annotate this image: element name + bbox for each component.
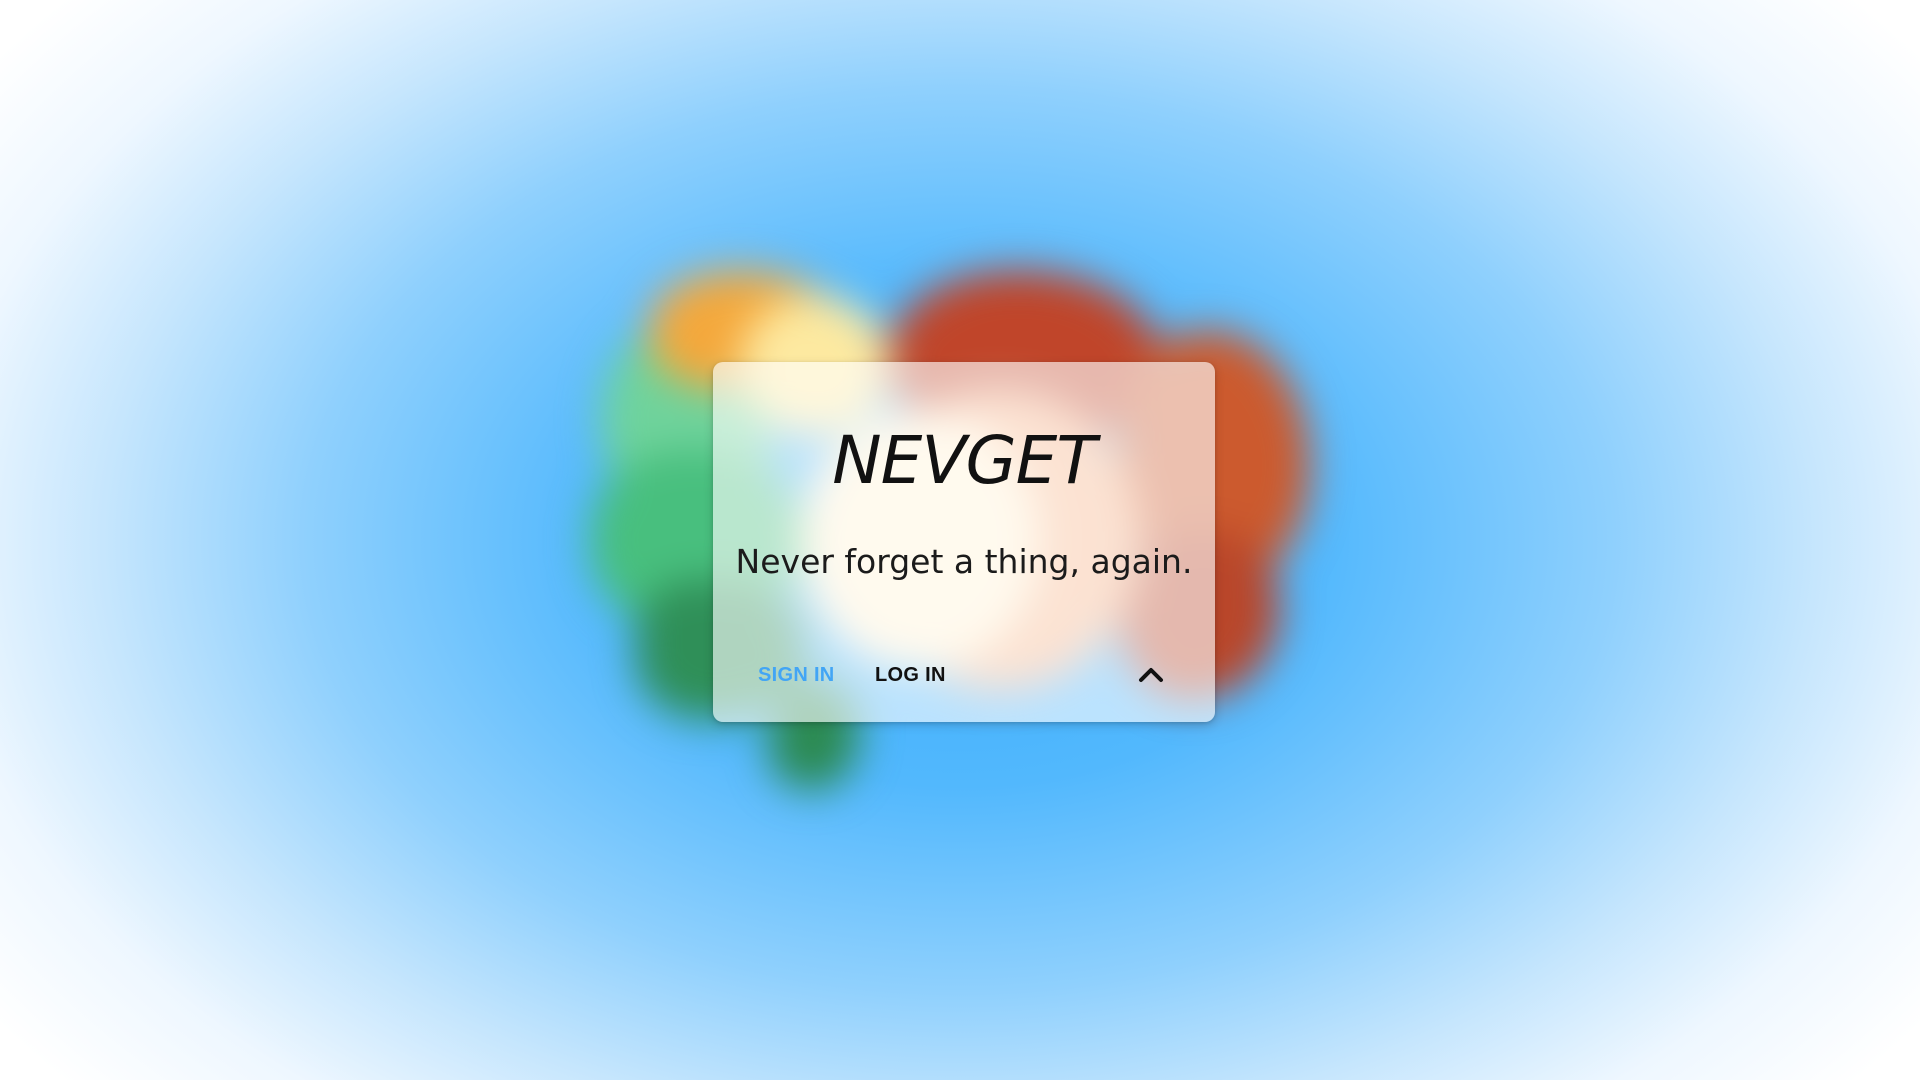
- card-actions: SIGN IN LOG IN: [746, 652, 1182, 702]
- welcome-card: NEVGET Never forget a thing, again. SIGN…: [713, 362, 1215, 722]
- app-title: NEVGET: [832, 422, 1096, 499]
- expand-button[interactable]: [1128, 652, 1174, 698]
- log-in-button[interactable]: LOG IN: [863, 652, 958, 698]
- sign-in-button[interactable]: SIGN IN: [746, 652, 847, 698]
- chevron-up-icon: [1139, 668, 1163, 682]
- app-tagline: Never forget a thing, again.: [735, 542, 1193, 581]
